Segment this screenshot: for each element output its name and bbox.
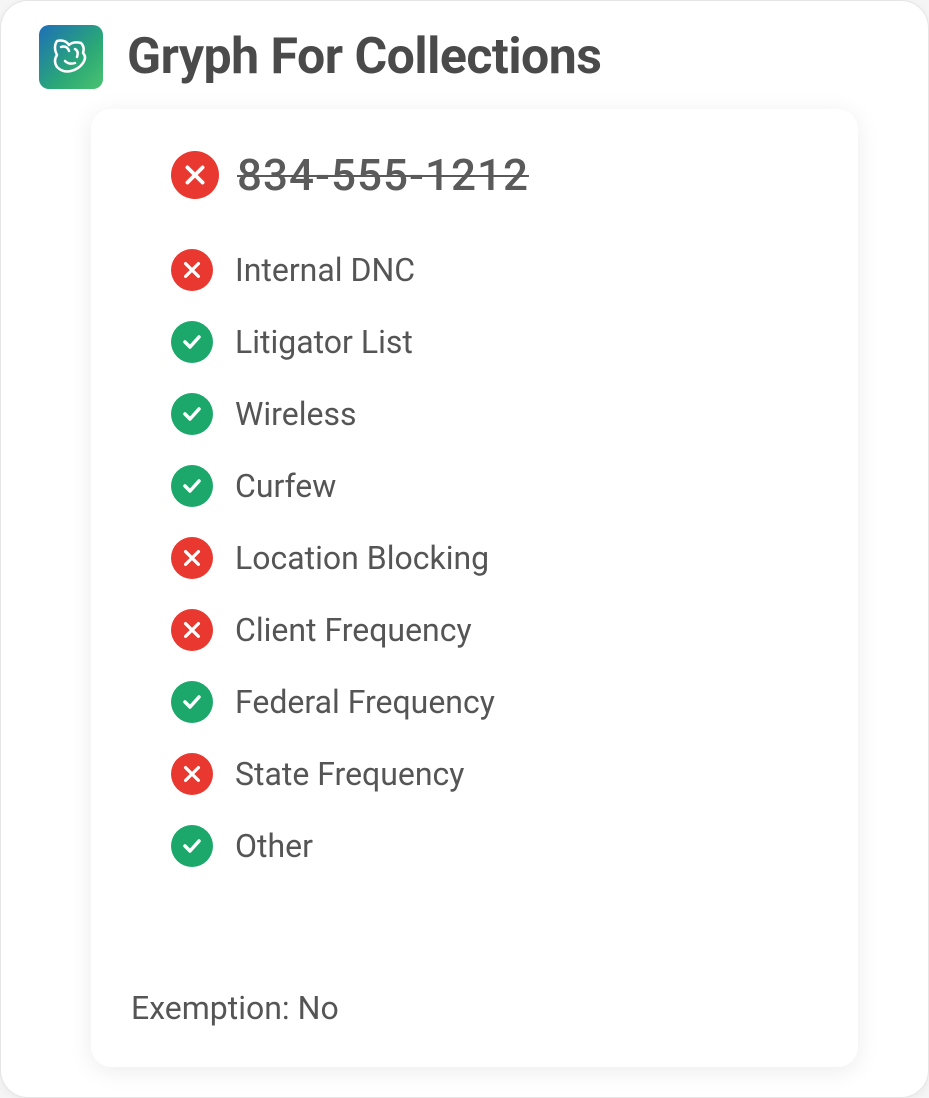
check-label: Location Blocking — [235, 539, 489, 577]
x-icon — [182, 162, 208, 188]
x-icon — [181, 547, 203, 569]
check-row-litigator-list: Litigator List — [171, 321, 808, 363]
status-pass-icon — [171, 825, 213, 867]
status-pass-icon — [171, 681, 213, 723]
check-label: Litigator List — [235, 323, 413, 361]
x-icon — [181, 763, 203, 785]
phone-row: 834-555-1212 — [171, 149, 808, 201]
status-pass-icon — [171, 393, 213, 435]
check-row-state-frequency: State Frequency — [171, 753, 808, 795]
griffin-icon — [47, 33, 95, 81]
check-row-wireless: Wireless — [171, 393, 808, 435]
check-label: Federal Frequency — [235, 683, 495, 721]
check-label: Internal DNC — [235, 251, 415, 289]
check-row-federal-frequency: Federal Frequency — [171, 681, 808, 723]
exemption-label: Exemption: — [131, 989, 290, 1027]
x-icon — [181, 619, 203, 641]
check-label: State Frequency — [235, 755, 464, 793]
result-card: 834-555-1212 Internal DNC Litigator List — [91, 109, 858, 1067]
status-fail-icon — [171, 249, 213, 291]
check-icon — [180, 330, 204, 354]
check-row-location-blocking: Location Blocking — [171, 537, 808, 579]
exemption-row: Exemption: No — [131, 989, 808, 1027]
check-row-internal-dnc: Internal DNC — [171, 249, 808, 291]
status-pass-icon — [171, 321, 213, 363]
app-title: Gryph For Collections — [127, 28, 602, 86]
x-icon — [181, 259, 203, 281]
blocked-icon — [171, 151, 219, 199]
exemption-value: No — [298, 989, 339, 1027]
check-icon — [180, 474, 204, 498]
check-label: Client Frequency — [235, 611, 472, 649]
status-fail-icon — [171, 537, 213, 579]
app-window: Gryph For Collections 834-555-1212 Inter… — [0, 0, 929, 1098]
status-fail-icon — [171, 609, 213, 651]
phone-number: 834-555-1212 — [237, 149, 529, 201]
check-list: Internal DNC Litigator List Wireless — [171, 249, 808, 941]
app-logo — [39, 25, 103, 89]
header: Gryph For Collections — [31, 21, 898, 109]
check-icon — [180, 402, 204, 426]
check-label: Wireless — [235, 395, 356, 433]
check-label: Other — [235, 827, 313, 865]
check-icon — [180, 834, 204, 858]
check-icon — [180, 690, 204, 714]
check-row-other: Other — [171, 825, 808, 867]
check-row-curfew: Curfew — [171, 465, 808, 507]
status-pass-icon — [171, 465, 213, 507]
status-fail-icon — [171, 753, 213, 795]
check-row-client-frequency: Client Frequency — [171, 609, 808, 651]
check-label: Curfew — [235, 467, 336, 505]
